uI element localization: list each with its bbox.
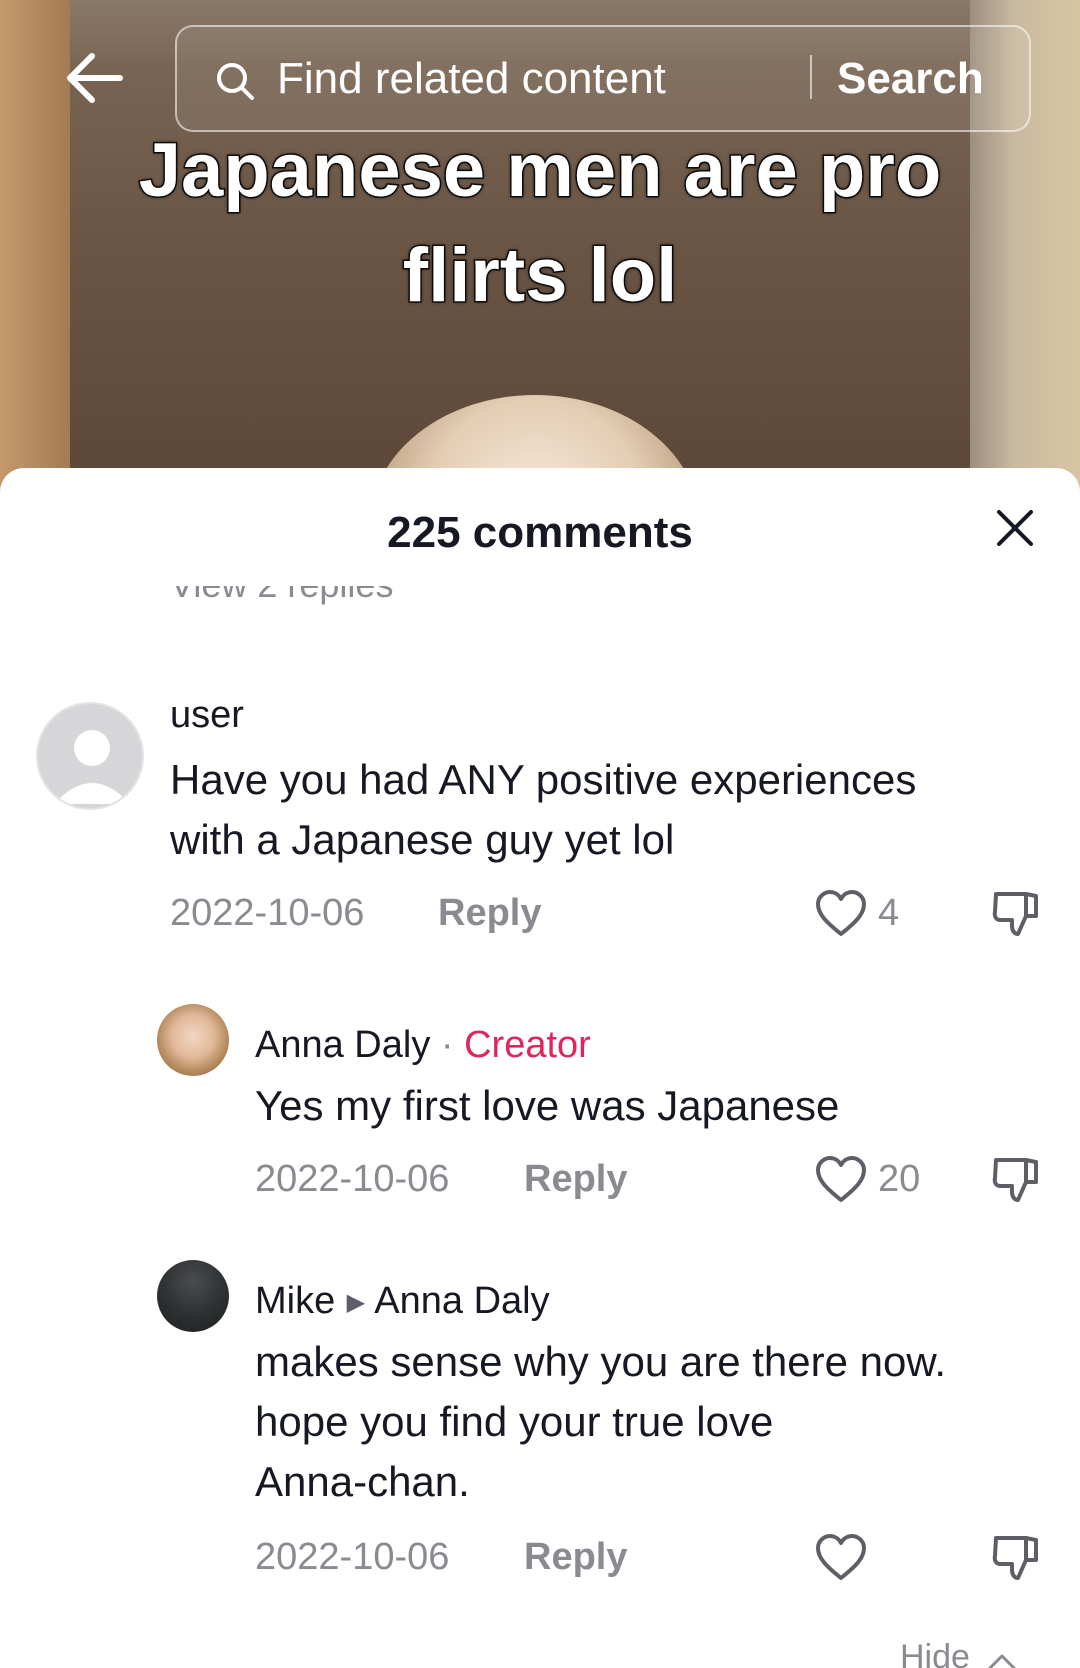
like-count: 20 [878, 1158, 921, 1200]
comment-text-line: Have you had ANY positive experiences [170, 756, 917, 803]
like-count: 4 [878, 892, 900, 934]
chevron-up-icon [987, 1640, 1017, 1668]
avatar[interactable] [157, 1260, 229, 1332]
hide-replies-button[interactable]: Hide [900, 1638, 1017, 1668]
search-icon [215, 61, 255, 101]
comment-username[interactable]: user [170, 694, 244, 737]
dislike-icon[interactable] [990, 888, 1042, 940]
comment-date: 2022-10-06 [170, 892, 365, 934]
hide-label: Hide [900, 1638, 970, 1668]
reply-to-arrow-icon: ▶ [346, 1289, 366, 1317]
view-replies-link[interactable]: View 2 replies [170, 586, 570, 616]
dislike-icon[interactable] [990, 1532, 1042, 1584]
comment-username: Anna Daly · Creator [255, 1024, 591, 1067]
search-divider [810, 55, 812, 99]
comment-text-line: Anna-chan. [255, 1458, 470, 1505]
dislike-icon[interactable] [990, 1154, 1042, 1206]
comment-text: Yes my first love was Japanese [255, 1076, 839, 1136]
comment-text-line: Yes my first love was Japanese [255, 1082, 840, 1129]
comment-text: Have you had ANY positive experiences wi… [170, 750, 916, 870]
comment-date: 2022-10-06 [255, 1158, 450, 1200]
video-caption-line: Japanese men are pro [137, 127, 943, 215]
comment-text-line: with a Japanese guy yet lol [170, 816, 675, 863]
reply-button[interactable]: Reply [438, 892, 541, 935]
reply-button[interactable]: Reply [524, 1536, 627, 1579]
comment-username-label[interactable]: Mike [255, 1280, 335, 1322]
comment-text-line: hope you find your true love [255, 1398, 774, 1445]
comment-text: makes sense why you are there now. hope … [255, 1332, 946, 1512]
avatar[interactable] [157, 1004, 229, 1076]
comments-count-title: 225 comments [387, 508, 693, 557]
video-caption-line: flirts lol [401, 232, 678, 320]
comment-username: Mike ▶ Anna Daly [255, 1280, 550, 1323]
heart-icon[interactable] [814, 1532, 868, 1582]
back-arrow-icon[interactable] [62, 50, 124, 106]
video-caption: Japanese men are pro flirts lol [0, 118, 1080, 328]
search-input[interactable] [277, 49, 877, 109]
badge-separator: · [440, 1024, 454, 1066]
view-replies-label: View 2 replies [170, 586, 393, 606]
search-button[interactable]: Search [837, 51, 1017, 107]
heart-icon[interactable] [814, 888, 868, 938]
search-bar: Search [175, 25, 1031, 132]
heart-icon[interactable] [814, 1154, 868, 1204]
comment-text-line: makes sense why you are there now. [255, 1338, 947, 1385]
comments-sheet: 225 comments View 2 replies user Have yo… [0, 468, 1080, 1668]
comment-date: 2022-10-06 [255, 1536, 450, 1578]
comment-username-label[interactable]: Anna Daly [255, 1024, 430, 1066]
reply-to-username[interactable]: Anna Daly [374, 1280, 549, 1322]
reply-button[interactable]: Reply [524, 1158, 627, 1201]
close-icon[interactable] [995, 508, 1035, 548]
creator-badge: Creator [464, 1024, 591, 1066]
avatar[interactable] [36, 702, 144, 810]
